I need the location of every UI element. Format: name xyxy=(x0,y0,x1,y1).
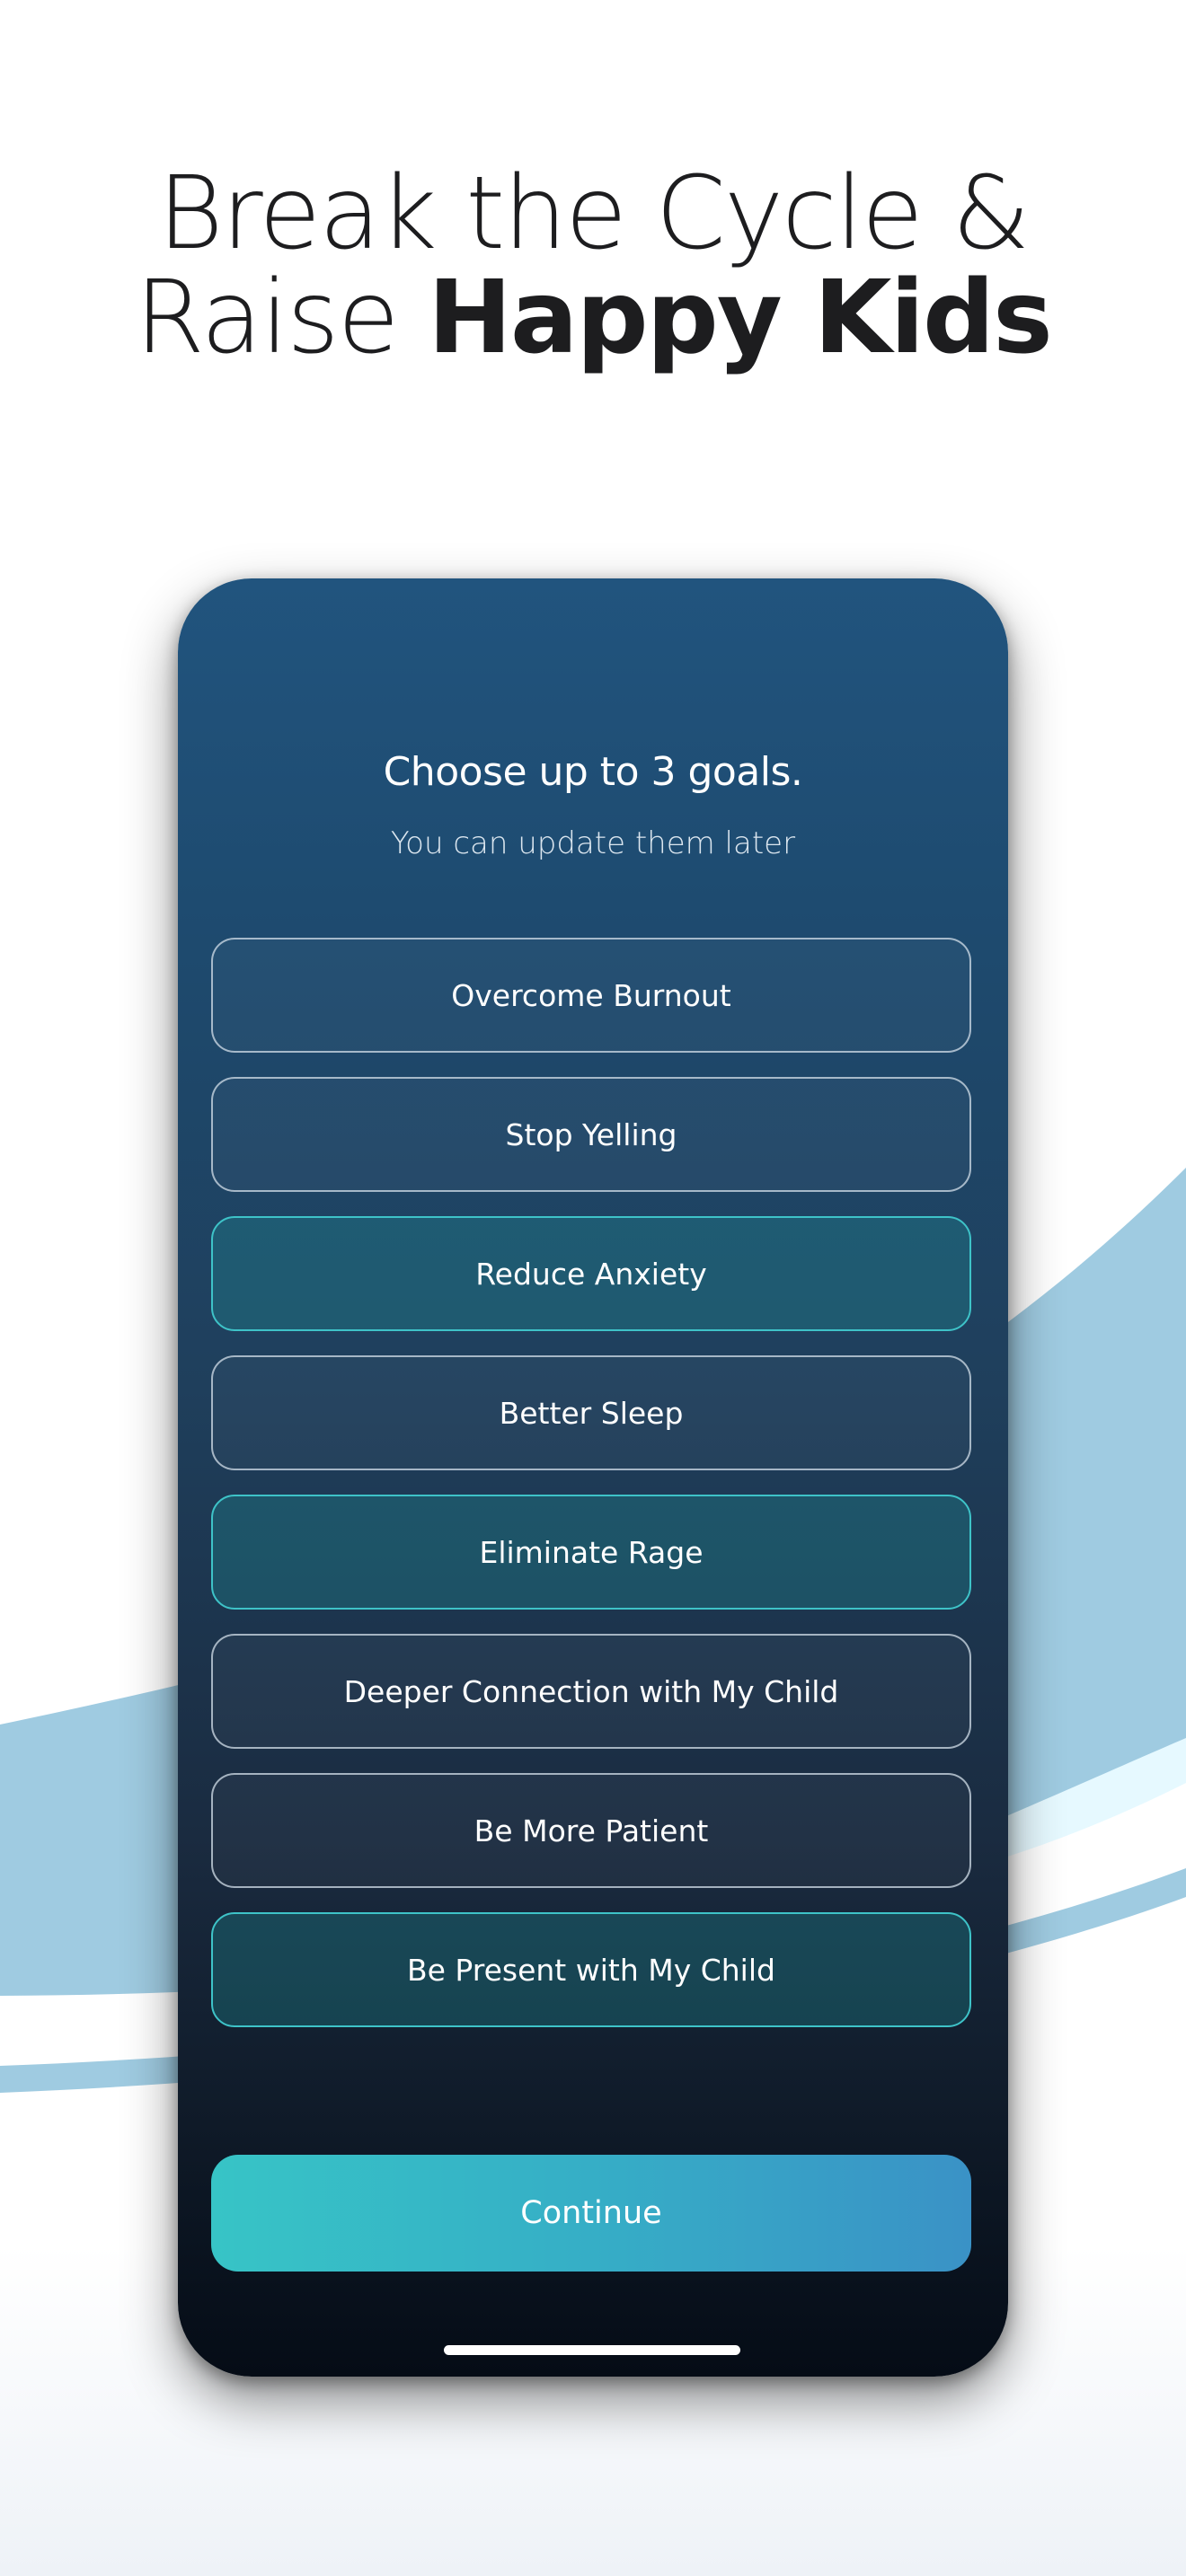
goal-option-overcome-burnout[interactable]: Overcome Burnout xyxy=(211,938,971,1053)
goal-option-be-more-patient[interactable]: Be More Patient xyxy=(211,1773,971,1888)
goal-option-deeper-connection[interactable]: Deeper Connection with My Child xyxy=(211,1634,971,1749)
goal-option-reduce-anxiety[interactable]: Reduce Anxiety xyxy=(211,1216,971,1331)
page-headline: Break the Cycle & Raise Happy Kids xyxy=(0,162,1186,370)
headline-line-2-bold: Happy Kids xyxy=(428,260,1053,376)
home-indicator xyxy=(444,2345,740,2355)
headline-line-2-prefix: Raise xyxy=(135,260,429,376)
headline-line-2: Raise Happy Kids xyxy=(0,266,1186,370)
phone-mockup: Choose up to 3 goals. You can update the… xyxy=(178,578,1008,2377)
goal-option-stop-yelling[interactable]: Stop Yelling xyxy=(211,1077,971,1192)
screen-title: Choose up to 3 goals. xyxy=(383,749,803,795)
continue-button[interactable]: Continue xyxy=(211,2155,971,2272)
headline-line-1: Break the Cycle & xyxy=(157,155,1030,272)
screen-subtitle: You can update them later xyxy=(390,825,796,861)
goal-option-be-present[interactable]: Be Present with My Child xyxy=(211,1912,971,2027)
goal-option-eliminate-rage[interactable]: Eliminate Rage xyxy=(211,1495,971,1610)
goal-option-better-sleep[interactable]: Better Sleep xyxy=(211,1355,971,1470)
